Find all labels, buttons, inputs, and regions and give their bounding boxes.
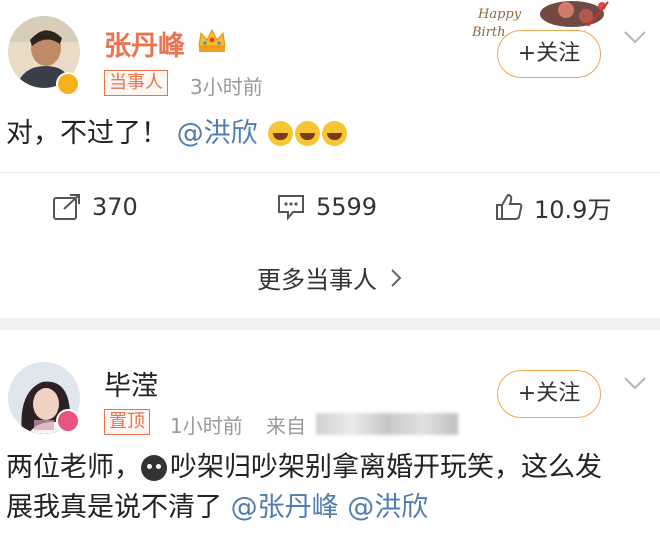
mention-link[interactable]: @洪欣: [177, 118, 258, 149]
divider: [0, 172, 660, 173]
weibo-post-1: 张丹峰 当事人 3小时前 Happy Birth +关注 对，不过了！ @洪欣 …: [0, 0, 660, 318]
repost-button[interactable]: 370: [52, 190, 138, 224]
chevron-right-icon: [391, 268, 402, 287]
more-parties-link[interactable]: 更多当事人: [0, 260, 660, 295]
username[interactable]: 张丹峰: [104, 24, 185, 63]
laughing-tears-icon: [322, 121, 348, 146]
verified-badge-icon: [56, 72, 80, 96]
repost-count: 370: [92, 193, 138, 221]
post-time: 1小时前: [170, 414, 243, 438]
comment-icon: [278, 195, 304, 221]
comment-count: 5599: [316, 193, 378, 221]
post-text: 对，不过了！: [6, 118, 168, 149]
username[interactable]: 毕滢: [104, 364, 158, 403]
thumbs-up-icon: [496, 193, 523, 220]
laughing-tears-icon: [295, 121, 321, 146]
like-button[interactable]: 10.9万: [494, 190, 611, 224]
mention-link[interactable]: @张丹峰: [231, 492, 339, 523]
laughing-tears-icon: [268, 121, 294, 146]
source-label: 来自: [266, 414, 306, 438]
mention-link[interactable]: @洪欣: [347, 492, 428, 523]
crown-icon: [198, 28, 226, 52]
post-content: 对，不过了！ @洪欣: [6, 114, 654, 154]
weibo-post-2: 毕滢 置顶 1小时前 来自 +关注 两位老师， 吵架归吵架别拿离婚开玩笑，这么发 …: [0, 330, 660, 537]
black-face-emoji-icon: [141, 455, 167, 481]
pinned-tag: 置顶: [104, 409, 150, 435]
chevron-down-icon[interactable]: [622, 24, 648, 50]
post-time: 3小时前: [190, 75, 263, 99]
post-text: 吵架归吵架别拿离婚开玩笑，这么发: [170, 452, 602, 483]
post-text: 两位老师，: [6, 452, 141, 483]
comment-button[interactable]: 5599: [276, 190, 377, 224]
role-tag: 当事人: [104, 70, 168, 96]
chevron-down-icon[interactable]: [622, 370, 648, 396]
like-count: 10.9万: [534, 195, 612, 224]
post-text: 展我真是说不清了: [6, 492, 222, 523]
svg-text:Birth: Birth: [471, 25, 506, 40]
follow-button[interactable]: +关注: [497, 30, 601, 78]
blurred-source: [316, 413, 458, 435]
svg-text:Happy: Happy: [477, 7, 522, 22]
follow-button[interactable]: +关注: [497, 370, 601, 418]
post-content: 两位老师， 吵架归吵架别拿离婚开玩笑，这么发 展我真是说不清了 @张丹峰 @洪欣: [6, 448, 654, 528]
post-separator: [0, 318, 660, 330]
repost-icon: [53, 194, 80, 220]
more-label: 更多当事人: [257, 266, 377, 294]
verified-badge-icon: [56, 409, 80, 433]
